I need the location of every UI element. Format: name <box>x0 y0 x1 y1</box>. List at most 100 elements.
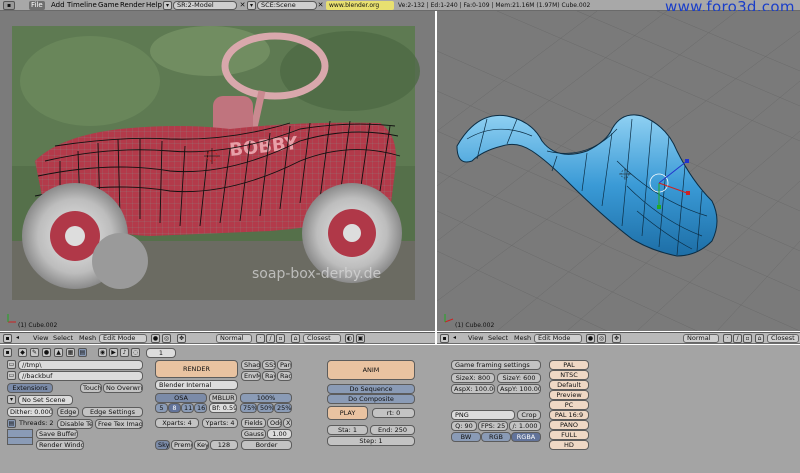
preset-pal[interactable]: PAL <box>549 360 589 370</box>
menu-view[interactable]: View <box>33 334 48 343</box>
collapse-menu-icon[interactable]: ◂ <box>14 334 21 343</box>
size-percent-50[interactable]: 50% <box>257 403 274 413</box>
orientation-select[interactable]: Normal <box>683 334 719 343</box>
draw-type-icon[interactable]: ● <box>586 334 595 343</box>
scene-name-field[interactable]: SCE:Scene <box>257 1 317 10</box>
scene-delete-icon[interactable]: ✕ <box>316 1 325 10</box>
camera-icon[interactable]: ▣ <box>356 334 365 343</box>
viewport-left[interactable]: BOBBY soap-box-derby.de (1) Cube.002 <box>0 11 435 331</box>
fps-base-field[interactable]: /: 1.000 <box>509 421 541 431</box>
editor-type-icon[interactable]: ▪ <box>3 348 12 357</box>
screen-browse-icon[interactable]: ▾ <box>163 1 172 10</box>
edge-select-icon[interactable]: / <box>733 334 742 343</box>
snap-mode-select[interactable]: Closest <box>303 334 341 343</box>
mode-select[interactable]: Edit Mode <box>534 334 582 343</box>
shading-icon[interactable]: ● <box>42 348 51 357</box>
save-buffers-toggle[interactable]: Save Buffers <box>36 429 78 439</box>
fields-toggle[interactable]: Fields <box>241 418 266 428</box>
osa-level-16[interactable]: 16 <box>194 403 207 413</box>
orientation-select[interactable]: Normal <box>216 334 252 343</box>
bits-select[interactable]: 128 <box>210 440 238 450</box>
yparts-field[interactable]: Yparts: 4 <box>202 418 238 428</box>
osa-level-11[interactable]: 11 <box>181 403 194 413</box>
threads-field[interactable]: Threads: 2 <box>19 419 54 428</box>
menu-game[interactable]: Game <box>98 1 119 10</box>
osa-level-8[interactable]: 8 <box>168 403 181 413</box>
edge-select-icon[interactable]: / <box>266 334 275 343</box>
quality-field[interactable]: Q: 90 <box>451 421 477 431</box>
manipulator-icon[interactable]: ✥ <box>177 334 186 343</box>
anim-context-icon[interactable]: ▶ <box>109 348 118 357</box>
preset-hd[interactable]: HD <box>549 440 589 450</box>
render-preview-icon[interactable]: ◐ <box>345 334 354 343</box>
preset-pal-16-9[interactable]: PAL 16:9 <box>549 410 589 420</box>
do-sequence-toggle[interactable]: Do Sequence <box>327 384 415 394</box>
snap-mode-select[interactable]: Closest <box>767 334 799 343</box>
menu-timeline[interactable]: Timeline <box>67 1 97 10</box>
menu-file[interactable]: File <box>29 1 45 10</box>
border-toggle[interactable]: Border <box>241 440 292 450</box>
editor-type-icon[interactable]: ▪ <box>440 334 449 343</box>
preset-ntsc[interactable]: NTSC <box>549 370 589 380</box>
size-percent-full[interactable]: 100% <box>240 393 292 403</box>
threads-icon[interactable]: ▤ <box>7 419 16 428</box>
scene-icon[interactable]: ▤ <box>78 348 87 357</box>
menu-help[interactable]: Help <box>146 1 162 10</box>
output-path-field[interactable]: //tmp\ <box>18 360 143 370</box>
vertex-select-icon[interactable]: · <box>723 334 732 343</box>
fps-field[interactable]: FPS: 25 <box>478 421 508 431</box>
extensions-toggle[interactable]: Extensions <box>7 383 53 393</box>
menu-mesh[interactable]: Mesh <box>79 334 96 343</box>
sss-toggle[interactable]: SSS <box>262 360 276 370</box>
gauss-select[interactable]: Gauss <box>241 429 266 439</box>
scene-browse-icon[interactable]: ▾ <box>247 1 256 10</box>
touch-toggle[interactable]: Touch <box>80 383 102 393</box>
shadow-toggle[interactable]: Shado <box>241 360 261 370</box>
render-layout-icon[interactable] <box>7 429 33 445</box>
game-framing-button[interactable]: Game framing settings <box>451 360 541 370</box>
step-field[interactable]: Step: 1 <box>327 436 415 446</box>
aspx-field[interactable]: AspX: 100.00 <box>451 384 495 394</box>
editor-type-icon[interactable]: ▪ <box>3 334 12 343</box>
preset-default[interactable]: Default <box>549 380 589 390</box>
gauss-value-field[interactable]: 1.00 <box>267 429 292 439</box>
mblur-toggle[interactable]: MBLUR <box>209 393 237 403</box>
envmap-toggle[interactable]: EnvMa <box>241 371 261 381</box>
radio-toggle[interactable]: Radi <box>277 371 292 381</box>
color-bw-toggle[interactable]: BW <box>451 432 481 442</box>
render-context-icon[interactable]: ◉ <box>98 348 107 357</box>
file-format-select[interactable]: PNG <box>451 410 515 420</box>
preset-preview[interactable]: Preview <box>549 390 589 400</box>
menu-view[interactable]: View <box>468 334 483 343</box>
pivot-icon[interactable]: ◎ <box>597 334 606 343</box>
start-frame-field[interactable]: Sta: 1 <box>327 425 368 435</box>
snap-icon[interactable]: ⌂ <box>755 334 764 343</box>
menu-select[interactable]: Select <box>53 334 73 343</box>
color-rgb-toggle[interactable]: RGB <box>481 432 511 442</box>
size-percent-75[interactable]: 75% <box>240 403 257 413</box>
vertex-select-icon[interactable]: · <box>256 334 265 343</box>
render-button[interactable]: RENDER <box>155 360 238 378</box>
face-select-icon[interactable]: ▫ <box>743 334 752 343</box>
object-icon[interactable]: ▲ <box>54 348 63 357</box>
editor-type-icon[interactable]: ▪ <box>3 1 15 10</box>
key-toggle[interactable]: Key <box>194 440 209 450</box>
renderer-select[interactable]: Blender Internal <box>155 380 238 390</box>
mblur-factor-field[interactable]: Bf: 0.59 <box>209 403 237 413</box>
editing-icon[interactable]: ▦ <box>66 348 75 357</box>
menu-add[interactable]: Add <box>51 1 65 10</box>
premul-toggle[interactable]: Premul <box>171 440 193 450</box>
menu-select[interactable]: Select <box>488 334 508 343</box>
color-rgba-toggle[interactable]: RGBA <box>511 432 541 442</box>
draw-type-icon[interactable]: ● <box>151 334 160 343</box>
osa-level-5[interactable]: 5 <box>155 403 168 413</box>
odd-toggle[interactable]: Odd <box>267 418 282 428</box>
render-window-select[interactable]: Render Window <box>36 440 84 450</box>
mode-select[interactable]: Edit Mode <box>99 334 147 343</box>
do-composite-toggle[interactable]: Do Composite <box>327 394 415 404</box>
screen-delete-icon[interactable]: ✕ <box>238 1 247 10</box>
edge-settings-button[interactable]: Edge Settings <box>82 407 143 417</box>
preset-pano[interactable]: PANO <box>549 420 589 430</box>
script-icon[interactable]: ✎ <box>30 348 39 357</box>
no-overwrite-toggle[interactable]: No Overwrite <box>103 383 143 393</box>
